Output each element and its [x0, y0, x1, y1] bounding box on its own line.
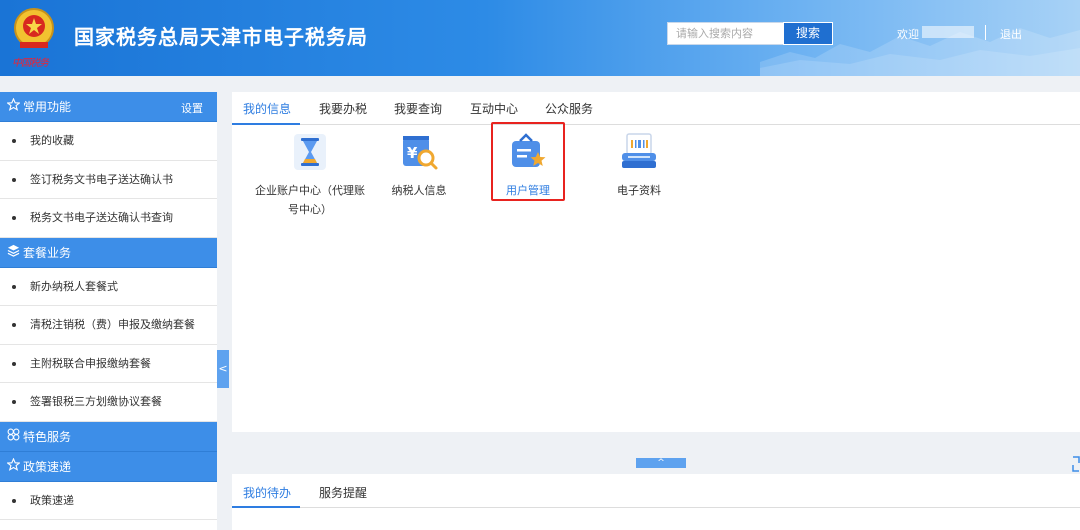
app-label: 纳税人信息: [391, 184, 447, 197]
tab-query[interactable]: 我要查询: [394, 100, 442, 117]
sidebar-section-common[interactable]: 常用功能 设置: [0, 92, 217, 122]
todo-panel: 我的待办 服务提醒: [232, 474, 1080, 530]
sidebar-item-label: 我的收藏: [30, 134, 74, 147]
logout-link[interactable]: 退出: [1000, 26, 1022, 42]
layers-icon: [6, 238, 20, 268]
scanner-icon: [622, 133, 656, 168]
sidebar-item-label: 政策速递: [30, 493, 74, 507]
sidebar-item-joint-declaration[interactable]: 主附税联合申报缴纳套餐: [0, 345, 217, 383]
top-header: 中国税务 国家税务总局天津市电子税务局 搜索 欢迎 退出: [0, 0, 1080, 76]
app-label-line1: 企业账户中心（代理账: [255, 184, 365, 197]
app-label: 电子资料: [617, 184, 661, 197]
tab-public-service[interactable]: 公众服务: [545, 100, 593, 117]
main-tabs: 我的信息 我要办税 我要查询 互动中心 公众服务: [232, 92, 1080, 125]
panel-expand-button[interactable]: ^: [636, 458, 686, 468]
sidebar-section-special[interactable]: 特色服务: [0, 421, 217, 452]
sidebar-item-label: 清税注销税（费）申报及缴纳套餐: [30, 318, 195, 331]
header-divider: [985, 25, 986, 40]
clover-icon: [6, 422, 20, 452]
app-label-line2: 号中心）: [288, 203, 332, 216]
bullet: [12, 216, 16, 220]
sidebar-item-new-taxpayer[interactable]: 新办纳税人套餐式: [0, 268, 217, 306]
bullet: [12, 361, 16, 366]
app-label: 企业账户中心（代理账 号中心）: [252, 181, 368, 219]
sidebar-section-policy[interactable]: 政策速递: [0, 451, 217, 482]
sidebar-item-label: 税务文书电子送达确认书查询: [30, 211, 173, 224]
section-title: 政策速递: [23, 459, 72, 474]
tab-my-todo[interactable]: 我的待办: [243, 484, 291, 501]
sidebar-item-label: 新办纳税人套餐式: [30, 279, 118, 293]
bullet: [12, 177, 16, 182]
tax-emblem-icon: [14, 8, 54, 48]
sidebar-item-label: 签署银税三方划缴协议套餐: [30, 395, 162, 408]
section-title: 特色服务: [23, 429, 72, 444]
my-info-panel: 我的信息 我要办税 我要查询 互动中心 公众服务 企业账户中心（代理账 号中心）…: [232, 92, 1080, 432]
sidebar-item-policy[interactable]: 政策速递: [0, 482, 217, 520]
tab-my-info[interactable]: 我的信息: [243, 100, 291, 117]
section-title: 套餐业务: [23, 245, 72, 260]
active-tab-indicator: [232, 123, 300, 125]
sidebar-section-packages[interactable]: 套餐业务: [0, 237, 217, 268]
hourglass-icon: [294, 134, 326, 170]
bullet: [12, 498, 16, 503]
emblem-caption: 中国税务: [12, 58, 49, 69]
taxpayer-search-icon: ¥: [403, 136, 438, 170]
bullet: [12, 284, 16, 289]
fullscreen-icon[interactable]: [1071, 455, 1080, 473]
active-tab-indicator: [232, 506, 300, 508]
star-icon: [5, 92, 21, 122]
sidebar-item-favorites[interactable]: 我的收藏: [0, 122, 217, 161]
svg-text:¥: ¥: [407, 144, 418, 162]
site-title: 国家税务总局天津市电子税务局: [74, 25, 368, 49]
star-icon: [5, 452, 21, 482]
bullet: [12, 400, 16, 404]
section-title: 常用功能: [23, 100, 72, 114]
search-input[interactable]: [667, 22, 784, 45]
settings-link[interactable]: 设置: [181, 94, 203, 124]
bullet: [12, 139, 16, 143]
search-button[interactable]: 搜索: [783, 22, 833, 45]
username-redacted: [922, 26, 974, 38]
app-electronic-documents[interactable]: 电子资料: [606, 132, 672, 200]
tab-interaction[interactable]: 互动中心: [470, 100, 518, 117]
tab-do-tax[interactable]: 我要办税: [319, 100, 367, 117]
sidebar-item-deregistration[interactable]: 清税注销税（费）申报及缴纳套餐: [0, 306, 217, 345]
highlight-box: [491, 122, 565, 201]
sidebar-item-label: 主附税联合申报缴纳套餐: [30, 356, 151, 370]
sidebar-item-bank-agreement[interactable]: 签署银税三方划缴协议套餐: [0, 383, 217, 422]
sidebar: 常用功能 设置 我的收藏 签订税务文书电子送达确认书 税务文书电子送达确认书查询…: [0, 92, 217, 530]
sidebar-collapse-button[interactable]: <: [217, 350, 229, 388]
sidebar-item-sign-confirmation[interactable]: 签订税务文书电子送达确认书: [0, 161, 217, 199]
app-enterprise-account-center[interactable]: 企业账户中心（代理账 号中心）: [252, 132, 368, 219]
bullet: [12, 323, 16, 327]
welcome-text: 欢迎: [897, 28, 919, 41]
sidebar-item-label: 签订税务文书电子送达确认书: [30, 172, 173, 186]
bottom-tabs: 我的待办 服务提醒: [232, 474, 1080, 508]
sidebar-item-confirmation-query[interactable]: 税务文书电子送达确认书查询: [0, 199, 217, 238]
tab-service-reminder[interactable]: 服务提醒: [319, 484, 367, 501]
app-taxpayer-info[interactable]: ¥ 纳税人信息: [382, 132, 456, 200]
